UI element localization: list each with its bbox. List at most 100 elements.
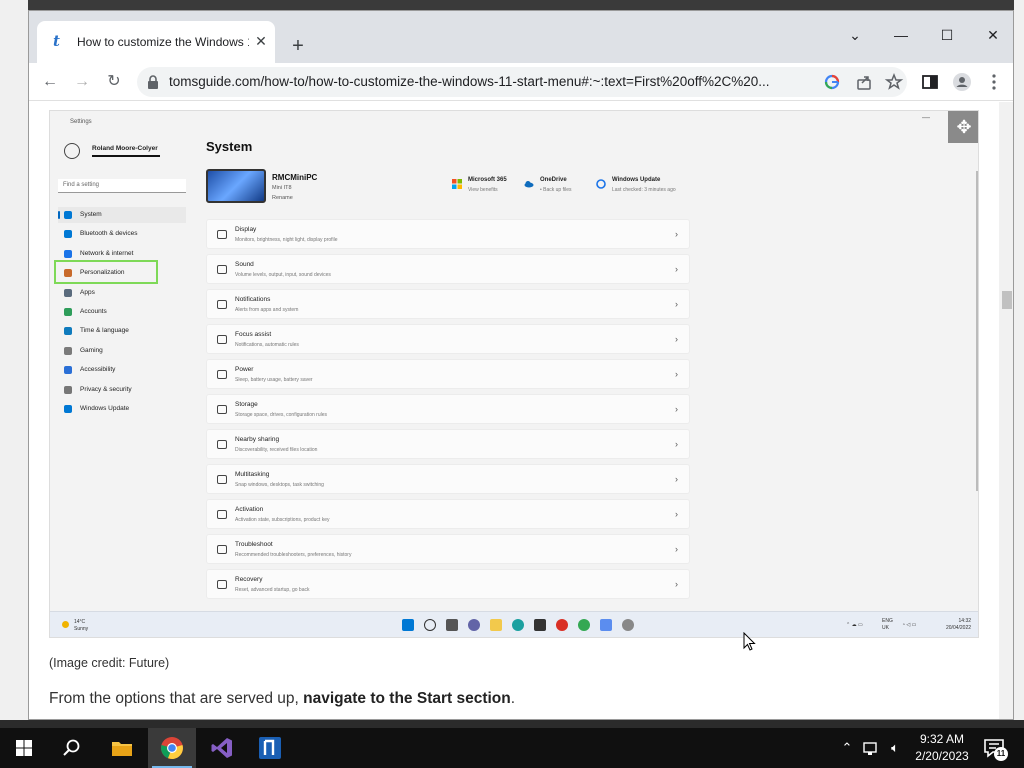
maximize-button[interactable]: ☐: [935, 25, 959, 45]
sun-icon: [62, 621, 69, 628]
quick-m365-title: Microsoft 365: [468, 177, 507, 183]
kebab-menu-icon[interactable]: [983, 71, 1005, 93]
app-taskbar-button[interactable]: [246, 728, 294, 768]
start-button[interactable]: [0, 728, 48, 768]
nav-item-icon: [64, 346, 72, 355]
clock-date: 20/04/2022: [946, 625, 972, 631]
settings-gear-icon: [622, 619, 634, 631]
user-name: Roland Moore-Colyer: [92, 145, 158, 152]
forward-button[interactable]: →: [71, 71, 93, 93]
clock-time: 14:32: [958, 618, 972, 624]
profile-icon[interactable]: [951, 71, 973, 93]
nav-item-label: System: [80, 211, 102, 218]
notification-count-badge: 11: [994, 747, 1008, 761]
network-icon[interactable]: [862, 738, 880, 758]
tab-strip: t How to customize the Windows 11 Start …: [29, 11, 1013, 63]
sidebar-icon[interactable]: [919, 71, 941, 93]
chevron-right-icon: ›: [675, 334, 678, 344]
quick-update-sub: Last checked: 3 minutes ago: [612, 187, 676, 193]
tomsguide-favicon-icon: t: [53, 32, 60, 50]
settings-nav-item: Privacy & security: [58, 382, 186, 398]
new-tab-button[interactable]: +: [287, 35, 309, 57]
tab-close-icon[interactable]: ✕: [253, 33, 269, 49]
tab-search-icon[interactable]: ⌄: [843, 25, 867, 45]
nav-item-label: Accessibility: [80, 366, 116, 374]
settings-row-icon: [217, 580, 227, 589]
close-window-button[interactable]: ✕: [981, 25, 1005, 45]
chevron-right-icon: ›: [675, 404, 678, 414]
address-bar[interactable]: tomsguide.com/how-to/how-to-customize-th…: [137, 67, 907, 97]
region-code: UK: [882, 625, 889, 631]
settings-row-icon: [217, 300, 227, 309]
settings-row-icon: [217, 440, 227, 449]
browser-tab[interactable]: t How to customize the Windows 11 Start …: [37, 21, 275, 63]
settings-row-desc: Activation state, subscriptions, product…: [235, 517, 330, 523]
onedrive-icon: [524, 181, 534, 188]
nav-item-icon: [64, 366, 72, 375]
user-avatar-icon: [64, 143, 80, 159]
settings-row: Focus assist Notifications, automatic rul…: [206, 324, 690, 354]
settings-row: Nearby sharing Discoverability, received …: [206, 429, 690, 459]
chrome-taskbar-button[interactable]: [148, 728, 196, 768]
search-button[interactable]: [48, 728, 96, 768]
reload-button[interactable]: ↻: [103, 71, 125, 93]
settings-row-icon: [217, 510, 227, 519]
article-image[interactable]: Settings — Roland Moore-Colyer Find a se…: [49, 110, 979, 638]
settings-row: Display Monitors, brightness, night light…: [206, 219, 690, 249]
tray-network-sound: ◔ ◁ ▭: [902, 622, 917, 628]
pc-name: RMCMiniPC: [272, 173, 318, 182]
weather-temp: 14°C: [74, 619, 86, 625]
expand-image-icon[interactable]: ✥: [948, 111, 978, 143]
chevron-right-icon: ›: [675, 509, 678, 519]
background-window-left: [0, 0, 28, 720]
desktop-background: [0, 0, 1024, 10]
redacted-email: [92, 155, 160, 157]
edge-icon: [512, 619, 524, 631]
settings-row-icon: [217, 370, 227, 379]
settings-row-icon: [217, 475, 227, 484]
browser-toolbar: ← → ↻ tomsguide.com/how-to/how-to-custom…: [29, 63, 1013, 101]
url-text[interactable]: tomsguide.com/how-to/how-to-customize-th…: [169, 74, 817, 89]
pc-wallpaper-thumbnail: [206, 169, 266, 203]
chrome-icon: [556, 619, 568, 631]
task-view-icon: [446, 619, 458, 631]
visual-studio-button[interactable]: [198, 728, 246, 768]
settings-row-title: Notifications: [235, 296, 271, 303]
settings-row-desc: Monitors, brightness, night light, displ…: [235, 237, 338, 243]
settings-row-title: Storage: [235, 401, 258, 408]
chevron-right-icon: ›: [675, 439, 678, 449]
settings-row-title: Display: [235, 226, 257, 233]
settings-row-desc: Storage space, drives, configuration rul…: [235, 412, 327, 418]
share-icon[interactable]: [853, 71, 875, 93]
settings-row: Sound Volume levels, output, input, sound…: [206, 254, 690, 284]
store-icon: [534, 619, 546, 631]
minimize-button[interactable]: —: [889, 25, 913, 45]
page-scrollbar-thumb[interactable]: [1002, 291, 1012, 309]
tray-icons: ⌃ ☁ ▭: [846, 622, 863, 628]
lock-icon[interactable]: [147, 75, 159, 89]
nav-item-label: Apps: [80, 288, 95, 296]
volume-icon[interactable]: 🔈︎: [886, 738, 904, 758]
bookmark-star-icon[interactable]: [883, 71, 905, 93]
file-explorer-button[interactable]: [98, 728, 146, 768]
show-hidden-icons-chevron-icon[interactable]: ⌃: [838, 738, 856, 758]
nav-item-label: Windows Update: [80, 405, 130, 412]
settings-row: Recovery Reset, advanced startup, go back…: [206, 569, 690, 599]
folder-icon: [112, 742, 132, 756]
back-button[interactable]: ←: [39, 71, 61, 93]
nav-item-label: Privacy & security: [80, 385, 132, 393]
image-credit: (Image credit: Future): [49, 656, 170, 670]
settings-row-desc: Snap windows, desktops, task switching: [235, 482, 324, 488]
settings-row-icon: [217, 545, 227, 554]
settings-nav-item: Apps: [58, 285, 186, 301]
google-lens-icon[interactable]: [821, 71, 843, 93]
app-icon: [578, 619, 590, 631]
settings-row-title: Focus assist: [235, 331, 272, 338]
system-clock-time[interactable]: 9:32 AM: [906, 732, 978, 746]
settings-row: Notifications Alerts from apps and system…: [206, 289, 690, 319]
page-scrollbar[interactable]: [999, 102, 1013, 719]
settings-row-title: Power: [235, 366, 254, 373]
system-clock-date[interactable]: 2/20/2023: [906, 749, 978, 763]
chat-icon: [468, 619, 480, 631]
settings-row-title: Sound: [235, 261, 254, 268]
